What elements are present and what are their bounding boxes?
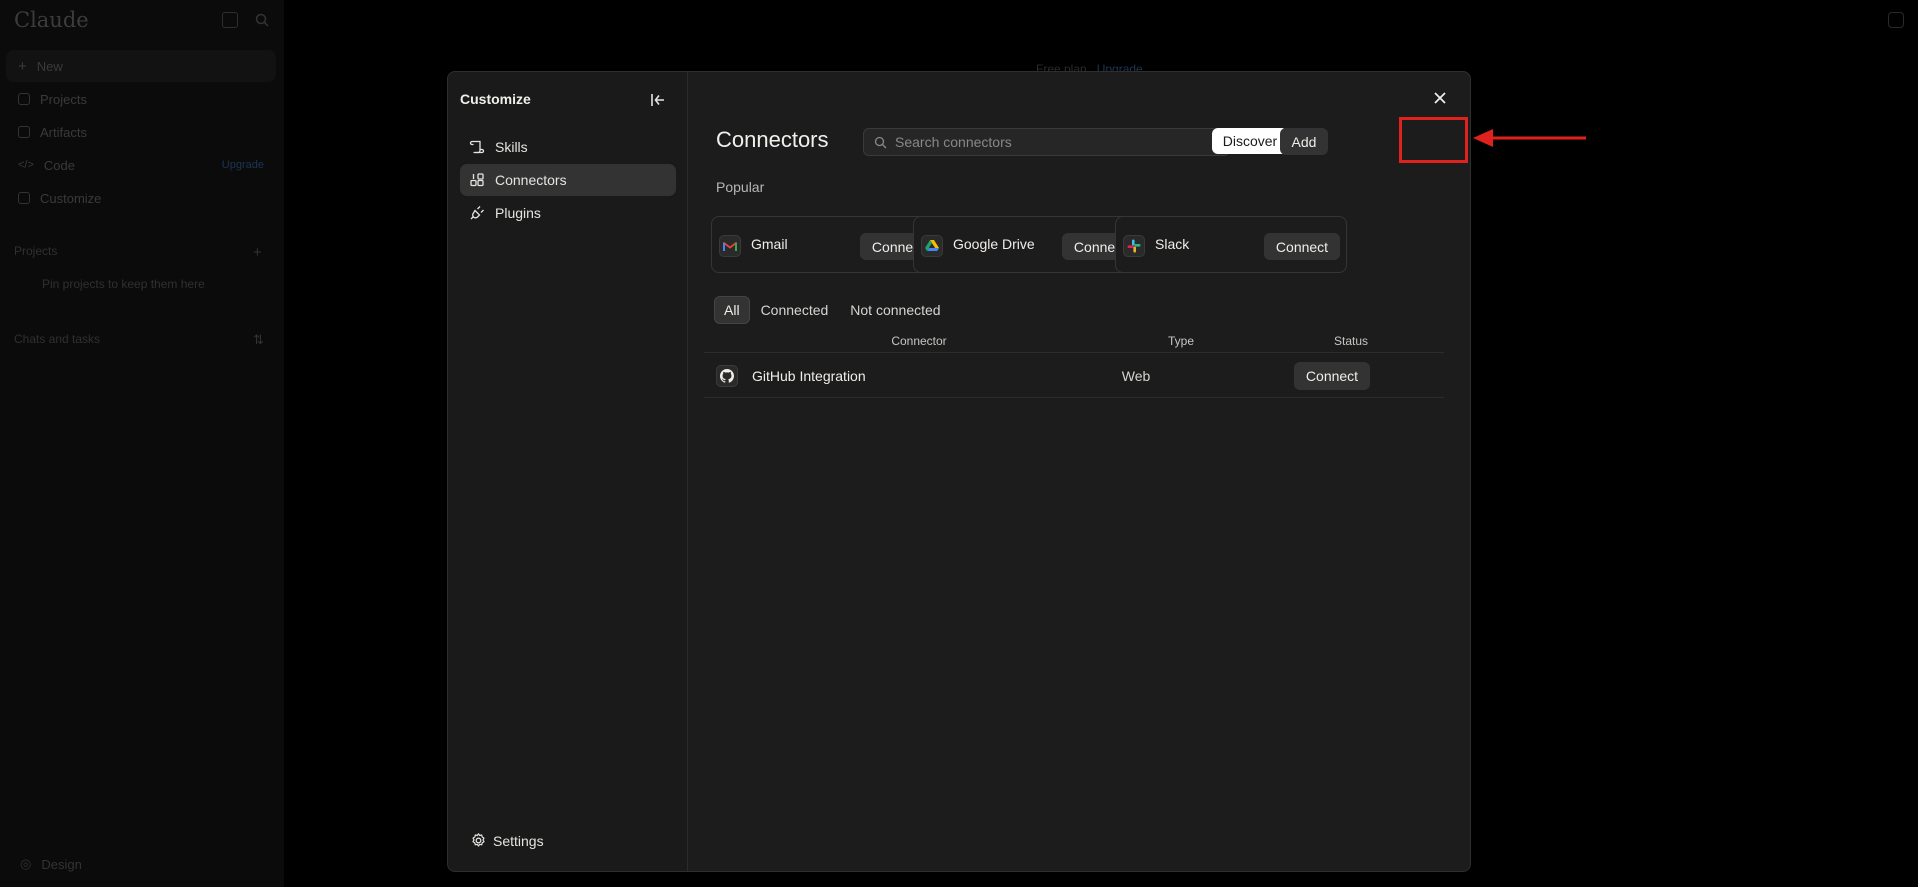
popular-card-name: Google Drive bbox=[953, 236, 1035, 252]
discover-button[interactable]: Discover bbox=[1212, 128, 1288, 154]
nav-label-plugins: Plugins bbox=[495, 205, 541, 221]
gear-icon bbox=[472, 833, 485, 847]
code-icon: </> bbox=[18, 159, 34, 171]
connector-name: GitHub Integration bbox=[752, 368, 866, 384]
customize-title: Customize bbox=[460, 91, 531, 107]
skills-icon bbox=[469, 140, 485, 154]
nav-item-skills[interactable]: Skills bbox=[460, 131, 676, 163]
plugins-icon bbox=[470, 206, 484, 220]
collapse-sidebar-button[interactable] bbox=[647, 89, 669, 111]
nav-item-code: </> Code Upgrade bbox=[6, 149, 276, 181]
connectors-icon bbox=[470, 173, 484, 187]
filter-tab-not-connected[interactable]: Not connected bbox=[839, 296, 951, 324]
github-icon bbox=[716, 365, 738, 387]
settings-button[interactable]: Settings bbox=[470, 832, 544, 849]
customize-modal: Customize Skills Connectors Plugins Sett… bbox=[447, 71, 1471, 872]
nav-item-projects: Projects bbox=[6, 83, 276, 115]
settings-label: Settings bbox=[493, 832, 544, 849]
connectors-panel: Connectors Discover Add Popular Gmail Co… bbox=[688, 72, 1470, 871]
projects-icon bbox=[18, 93, 30, 105]
upgrade-badge: Upgrade bbox=[221, 159, 264, 171]
customize-sidebar: Customize Skills Connectors Plugins Sett… bbox=[448, 72, 688, 871]
connect-github-button[interactable]: Connect bbox=[1294, 362, 1370, 390]
nav-label: Artifacts bbox=[40, 124, 87, 140]
app-logo: Claude bbox=[14, 8, 89, 32]
gmail-icon bbox=[719, 235, 741, 257]
close-icon bbox=[1434, 92, 1446, 104]
sidebar-toggle-icon bbox=[222, 12, 238, 28]
popular-card-gmail: Gmail Connect bbox=[711, 216, 943, 273]
nav-label: New bbox=[36, 58, 63, 74]
nav-item-plugins[interactable]: Plugins bbox=[460, 197, 676, 229]
customize-nav: Skills Connectors Plugins bbox=[460, 131, 676, 230]
add-project-icon: + bbox=[253, 244, 262, 261]
design-label: Design bbox=[41, 856, 82, 872]
background-sidebar: Claude + New Projects Artifacts </> Code Up… bbox=[0, 0, 284, 887]
chats-section-label: Chats and tasks bbox=[14, 332, 101, 346]
sort-icon: ⇅ bbox=[253, 332, 264, 347]
projects-section-label: Projects bbox=[14, 244, 58, 258]
connect-slack-button[interactable]: Connect bbox=[1264, 233, 1340, 260]
design-item: ◎ Design bbox=[20, 856, 82, 872]
nav-item-artifacts: Artifacts bbox=[6, 116, 276, 148]
nav-label: Code bbox=[43, 157, 75, 173]
popular-card-name: Slack bbox=[1155, 236, 1190, 252]
search-input[interactable] bbox=[895, 134, 1215, 150]
popular-label: Popular bbox=[716, 179, 765, 195]
nav-label: Projects bbox=[40, 91, 87, 107]
table-row: GitHub Integration Web Connect bbox=[704, 354, 1444, 398]
nav-item-customize: Customize bbox=[6, 182, 276, 214]
plus-icon: + bbox=[18, 57, 27, 75]
table-header: Connector Type Status bbox=[704, 331, 1444, 353]
popular-card-name: Gmail bbox=[751, 236, 788, 252]
connector-type: Web bbox=[1121, 368, 1151, 384]
filter-tabs: All Connected Not connected bbox=[714, 296, 952, 324]
search-field bbox=[863, 128, 1230, 156]
projects-hint: Pin projects to keep them here bbox=[42, 277, 205, 291]
close-button[interactable] bbox=[1429, 87, 1451, 109]
page-title: Connectors bbox=[716, 127, 829, 152]
add-button[interactable]: Add bbox=[1280, 128, 1328, 155]
nav-item-connectors[interactable]: Connectors bbox=[460, 164, 676, 196]
design-icon: ◎ bbox=[20, 856, 32, 871]
customize-icon bbox=[18, 192, 30, 204]
artifacts-icon bbox=[18, 126, 30, 138]
search-icon bbox=[874, 136, 887, 148]
nav-label: Customize bbox=[40, 190, 102, 206]
background-nav: + New Projects Artifacts </> Code Upgrade C… bbox=[6, 50, 276, 215]
nav-item-new: + New bbox=[6, 50, 276, 82]
popular-card-slack: Slack Connect bbox=[1115, 216, 1347, 273]
google-drive-icon bbox=[921, 235, 943, 257]
column-header-status: Status bbox=[1333, 334, 1369, 348]
slack-icon bbox=[1123, 235, 1145, 257]
collapse-icon bbox=[651, 94, 664, 106]
filter-tab-connected[interactable]: Connected bbox=[750, 296, 840, 324]
filter-tab-all[interactable]: All bbox=[714, 296, 750, 324]
annotation-arrow-icon bbox=[1473, 129, 1586, 147]
column-header-connector: Connector bbox=[891, 334, 947, 348]
popular-card-google-drive: Google Drive Connect bbox=[913, 216, 1145, 273]
column-header-type: Type bbox=[1167, 334, 1195, 348]
nav-label-connectors: Connectors bbox=[495, 172, 567, 188]
search-icon bbox=[254, 12, 270, 28]
ghost-icon bbox=[1888, 12, 1904, 28]
nav-label-skills: Skills bbox=[495, 139, 528, 155]
